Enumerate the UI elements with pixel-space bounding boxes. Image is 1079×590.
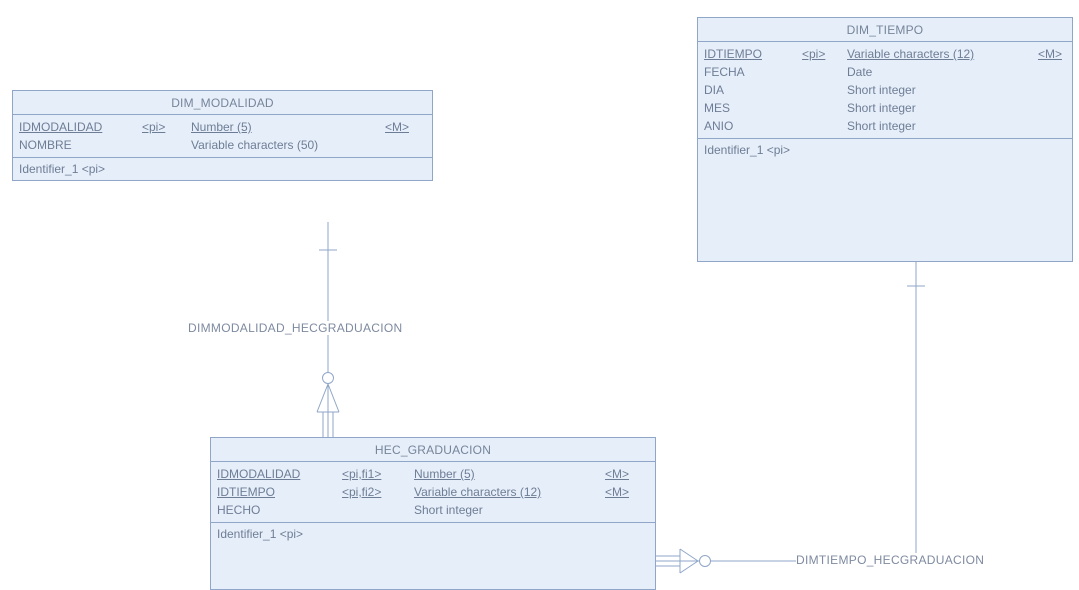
entity-identifier: Identifier_1 <pi> [704,143,791,157]
attribute-name: HECHO [217,503,261,517]
entity-identifier: Identifier_1 <pi> [217,527,304,541]
attribute-name: FECHA [704,65,745,79]
attribute-row: DIA Short integer [704,81,1066,99]
relationship-label-tiempo: DIMTIEMPO_HECGRADUACION [796,553,985,567]
attribute-row: MES Short integer [704,99,1066,117]
attribute-name: DIA [704,83,725,97]
entity-identifier: Identifier_1 <pi> [19,162,106,176]
attribute-row: NOMBRE Variable characters (50) [19,136,426,154]
attribute-name: IDTIEMPO [217,485,276,499]
attribute-row: IDMODALIDAD <pi,fi1> Number (5) <M> [217,465,649,483]
attribute-key: <pi,fi2> [342,485,382,499]
crowfoot-top [679,548,699,562]
attribute-type: Short integer [847,101,916,115]
attribute-list: IDMODALIDAD <pi,fi1> Number (5) <M> IDTI… [211,462,655,523]
attribute-type: Variable characters (50) [191,138,319,152]
attribute-row: IDMODALIDAD <pi> Number (5) <M> [19,118,426,136]
attribute-type: Number (5) [414,467,475,481]
optional-circle [699,555,711,567]
attribute-mandatory: <M> [1038,47,1063,61]
optional-circle [322,372,334,384]
entity-hec-graduacion[interactable]: HEC_GRADUACION IDMODALIDAD <pi,fi1> Numb… [210,437,656,590]
attribute-row: ANIO Short integer [704,117,1066,135]
attribute-name: IDMODALIDAD [19,120,103,134]
crowfoot-right [327,383,340,413]
attribute-name: IDTIEMPO [704,47,763,61]
entity-title: HEC_GRADUACION [211,438,655,462]
relationship-label-modalidad: DIMMODALIDAD_HECGRADUACION [188,321,403,335]
attribute-list: IDTIEMPO <pi> Variable characters (12) <… [698,42,1072,139]
attribute-list: IDMODALIDAD <pi> Number (5) <M> NOMBRE V… [13,115,432,158]
attribute-name: NOMBRE [19,138,72,152]
attribute-key: <pi> [142,120,166,134]
attribute-name: IDMODALIDAD [217,467,301,481]
attribute-name: ANIO [704,119,734,133]
attribute-row: HECHO Short integer [217,501,649,519]
diagram-canvas: DIMMODALIDAD_HECGRADUACION DIMTIEMPO_HEC… [0,0,1079,590]
attribute-mandatory: <M> [605,485,630,499]
entity-dim-tiempo[interactable]: DIM_TIEMPO IDTIEMPO <pi> Variable charac… [697,17,1073,262]
attribute-type: Variable characters (12) [847,47,975,61]
attribute-type: Date [847,65,873,79]
attribute-type: Short integer [414,503,483,517]
crowfoot-bottom [679,560,699,574]
attribute-type: Short integer [847,83,916,97]
entity-title: DIM_MODALIDAD [13,91,432,115]
attribute-row: IDTIEMPO <pi> Variable characters (12) <… [704,45,1066,63]
entity-dim-modalidad[interactable]: DIM_MODALIDAD IDMODALIDAD <pi> Number (5… [12,90,433,181]
attribute-key: <pi,fi1> [342,467,382,481]
attribute-type: Variable characters (12) [414,485,542,499]
attribute-key: <pi> [802,47,826,61]
crowfoot-left [316,383,329,413]
entity-title: DIM_TIEMPO [698,18,1072,42]
attribute-row: IDTIEMPO <pi,fi2> Variable characters (1… [217,483,649,501]
attribute-name: MES [704,101,731,115]
attribute-mandatory: <M> [385,120,410,134]
attribute-mandatory: <M> [605,467,630,481]
attribute-type: Short integer [847,119,916,133]
attribute-row: FECHA Date [704,63,1066,81]
attribute-type: Number (5) [191,120,252,134]
